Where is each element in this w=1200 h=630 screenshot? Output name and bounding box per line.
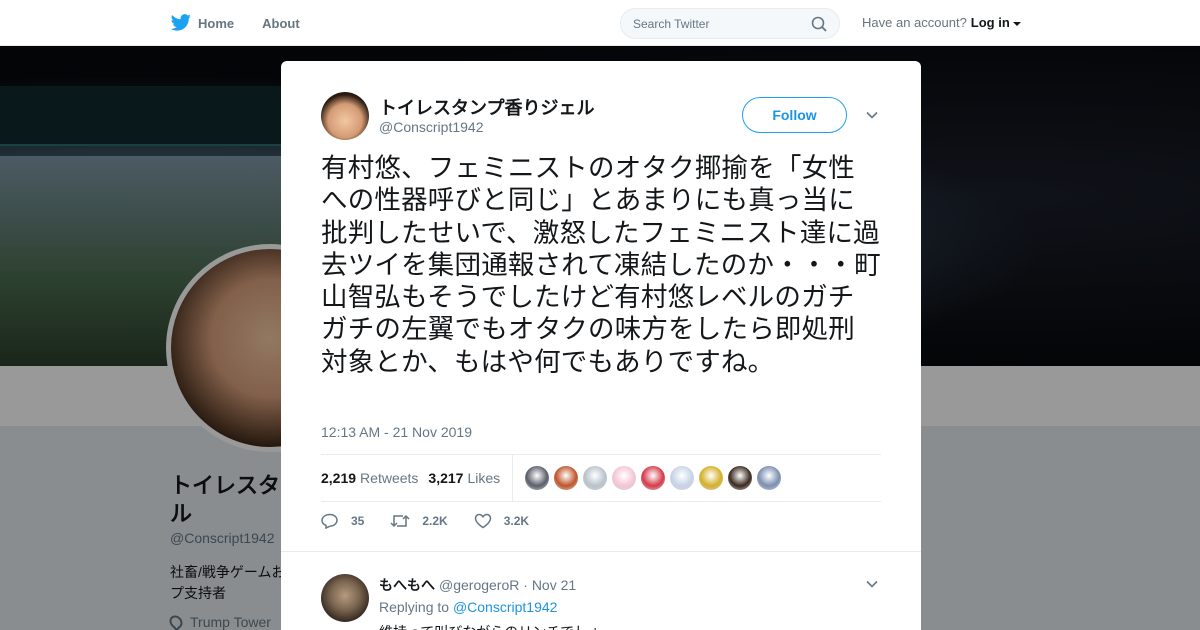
replying-to-handle[interactable]: @Conscript1942 <box>453 599 558 615</box>
nav-home[interactable]: Home <box>170 14 234 32</box>
author-avatar[interactable] <box>321 92 369 140</box>
tweet-timestamp[interactable]: 12:13 AM - 21 Nov 2019 <box>321 424 472 440</box>
tweet-modal: トイレスタンプ香りジェル @Conscript1942 Follow 有村悠、フ… <box>281 61 921 630</box>
nav-left: Home About <box>170 0 328 46</box>
twitter-bird-icon <box>170 14 191 31</box>
reply-header: もへもへ @gerogeroR · Nov 21 <box>379 575 576 595</box>
heart-icon <box>474 513 491 529</box>
liker-avatar[interactable] <box>641 466 666 490</box>
account-area: Have an account? Log in <box>862 15 1021 30</box>
have-account-text: Have an account? <box>862 15 967 30</box>
likers-avatars <box>525 466 786 490</box>
nav-home-label: Home <box>198 15 235 31</box>
liker-avatar[interactable] <box>757 466 782 490</box>
search-placeholder: Search Twitter <box>633 16 710 31</box>
author-name[interactable]: トイレスタンプ香りジェル <box>379 94 594 120</box>
chevron-down-icon[interactable] <box>866 578 878 590</box>
likes-stat[interactable]: 3,217 Likes <box>428 470 500 486</box>
liker-avatar[interactable] <box>525 466 550 490</box>
reply-author-avatar[interactable] <box>321 574 369 622</box>
likes-count: 3,217 <box>428 470 464 486</box>
liker-avatar[interactable] <box>612 466 637 490</box>
retweets-label: Retweets <box>360 470 419 486</box>
replying-to: Replying to @Conscript1942 <box>379 599 557 615</box>
replying-to-prefix: Replying to <box>379 599 450 615</box>
reply-tweet[interactable]: もへもへ @gerogeroR · Nov 21 Replying to @Con… <box>281 551 921 630</box>
retweet-count: 2.2K <box>422 514 448 528</box>
reply-button[interactable]: 35 <box>321 513 364 529</box>
retweets-stat[interactable]: 2,219 Retweets <box>321 470 418 486</box>
chevron-down-icon[interactable] <box>1012 21 1021 26</box>
reply-author-handle[interactable]: @gerogeroR <box>439 577 519 593</box>
like-count: 3.2K <box>503 514 530 528</box>
like-button[interactable]: 3.2K <box>474 513 529 529</box>
follow-button[interactable]: Follow <box>742 97 847 133</box>
nav-about[interactable]: About <box>262 16 300 31</box>
retweet-icon <box>390 514 410 528</box>
tweet-actions: 35 2.2K 3.2K <box>321 513 555 529</box>
reply-author-name[interactable]: もへもへ <box>379 577 435 593</box>
tweet-text: 有村悠、フェミニストのオタク揶揄を「女性への性器呼びと同じ」とあまりにも真っ当に… <box>321 153 881 378</box>
login-link[interactable]: Log in <box>971 15 1010 30</box>
retweets-count: 2,219 <box>321 470 357 486</box>
liker-avatar[interactable] <box>554 466 579 490</box>
likes-label: Likes <box>467 470 501 486</box>
chevron-down-icon[interactable] <box>866 109 878 121</box>
reply-icon <box>321 513 338 529</box>
liker-avatar[interactable] <box>583 466 608 490</box>
retweet-button[interactable]: 2.2K <box>390 513 448 529</box>
liker-avatar[interactable] <box>670 466 695 490</box>
nav-about-label: About <box>262 15 300 31</box>
tweet-stats: 2,219 Retweets 3,217 Likes <box>321 454 881 502</box>
search-icon[interactable] <box>811 16 827 32</box>
stats-divider <box>512 455 514 501</box>
close-icon[interactable] <box>1154 12 1178 36</box>
reply-date[interactable]: · Nov 21 <box>523 577 576 593</box>
liker-avatar[interactable] <box>728 466 753 490</box>
liker-avatar[interactable] <box>699 466 724 490</box>
author-handle[interactable]: @Conscript1942 <box>379 119 484 135</box>
reply-text: 維持って叫びながらのリンチでしょ <box>379 622 602 630</box>
search-input[interactable]: Search Twitter <box>620 8 840 39</box>
reply-count: 35 <box>351 514 365 528</box>
top-navigation-bar: Home About Search Twitter Have an accoun… <box>0 0 1200 46</box>
